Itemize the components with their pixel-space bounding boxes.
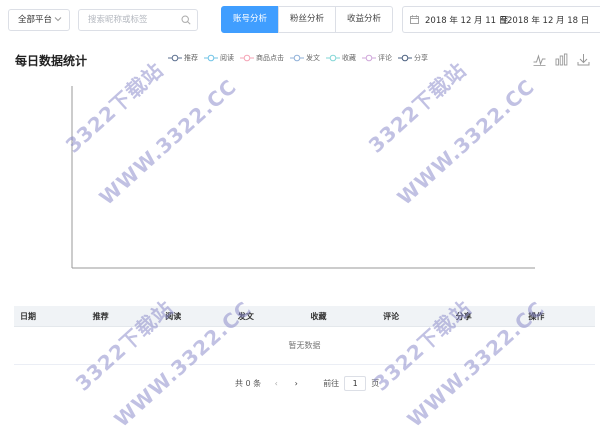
legend-label: 收藏: [342, 54, 356, 62]
legend-marker-icon: [326, 54, 340, 62]
pagination: 共 0 条 ‹ › 前往 页: [235, 375, 379, 391]
legend-item-favorite[interactable]: 收藏: [326, 53, 356, 63]
legend-item-recommend[interactable]: 推荐: [168, 53, 198, 63]
chart-legend: 推荐 阅读 商品点击 发文 收藏 评论 分享: [168, 53, 434, 63]
legend-marker-icon: [398, 54, 412, 62]
legend-label: 推荐: [184, 54, 198, 62]
date-range-picker[interactable]: 2018 年 12 月 11 日 至 2018 年 12 月 18 日: [402, 6, 600, 33]
legend-label: 分享: [414, 54, 428, 62]
pagination-total: 共 0 条: [235, 378, 262, 388]
calendar-icon: [410, 15, 419, 24]
chart-toolbox: [524, 53, 590, 66]
start-date[interactable]: 2018 年 12 月 11 日: [425, 14, 507, 26]
tab-fans-analysis[interactable]: 粉丝分析: [278, 6, 337, 33]
end-date[interactable]: 2018 年 12 月 18 日: [507, 14, 589, 26]
line-chart-icon[interactable]: [533, 53, 546, 66]
tab-account-analysis[interactable]: 账号分析: [221, 6, 280, 33]
download-icon[interactable]: [577, 53, 590, 66]
legend-label: 评论: [378, 54, 392, 62]
platform-select-value: 全部平台: [18, 15, 53, 25]
section-title: 每日数据统计: [15, 54, 88, 68]
tab-income-analysis[interactable]: 收益分析: [335, 6, 394, 33]
legend-marker-icon: [168, 54, 182, 62]
legend-label: 发文: [306, 54, 320, 62]
legend-item-product-click[interactable]: 商品点击: [240, 53, 284, 63]
prev-page-icon[interactable]: ‹: [269, 379, 283, 388]
bar-chart-icon[interactable]: [555, 53, 568, 66]
next-page-icon[interactable]: ›: [289, 379, 303, 388]
chevron-down-icon: [54, 17, 62, 22]
legend-label: 阅读: [220, 54, 234, 62]
platform-select[interactable]: 全部平台: [8, 9, 70, 31]
legend-item-post[interactable]: 发文: [290, 53, 320, 63]
legend-item-read[interactable]: 阅读: [204, 53, 234, 63]
legend-item-comment[interactable]: 评论: [362, 53, 392, 63]
legend-label: 商品点击: [256, 54, 284, 62]
legend-marker-icon: [240, 54, 254, 62]
search-icon[interactable]: [181, 15, 191, 25]
search-input[interactable]: [88, 11, 180, 29]
col-date: 日期: [14, 306, 87, 327]
legend-marker-icon: [204, 54, 218, 62]
legend-marker-icon: [290, 54, 304, 62]
toolbar: 全部平台 账号分析 粉丝分析 收益分析 2018 年 12 月 11 日 至 2…: [0, 0, 600, 40]
col-favorite: 收藏: [304, 306, 378, 327]
legend-marker-icon: [362, 54, 376, 62]
analysis-tabs: 账号分析 粉丝分析 收益分析: [221, 6, 394, 33]
goto-prefix: 前往: [323, 378, 340, 388]
page-input[interactable]: [344, 375, 367, 391]
search-box: [78, 9, 198, 31]
legend-item-share[interactable]: 分享: [398, 53, 428, 63]
